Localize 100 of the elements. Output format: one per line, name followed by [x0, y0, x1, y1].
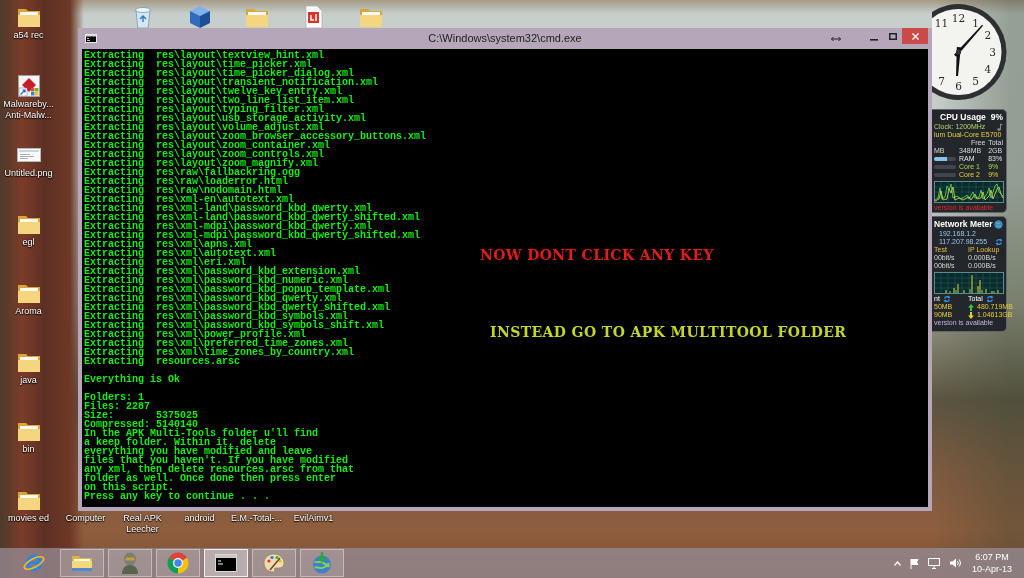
- icon-label[interactable]: java: [20, 375, 37, 386]
- close-icon: [911, 32, 919, 40]
- icon-label[interactable]: movies ed: [8, 513, 49, 524]
- console-line: Extracting res\xml-mdpi\password_kbd_qwerty.xml: [84, 222, 373, 231]
- console-line: Extracting res\xml\eri.xml: [84, 258, 247, 267]
- segmented-ring-icon: [166, 551, 190, 575]
- clock-numeral: 12: [951, 12, 966, 24]
- console-line: Extracting res\xml-mdpi\password_kbd_qwerty_shifted.xml: [84, 231, 422, 240]
- console-line: Extracting res\xml\autotext.xml: [84, 249, 278, 258]
- console-line: Extracting res\layout\two_line_list_item.xml: [84, 96, 356, 105]
- console-line: Extracting res\xml-en\autotext.xml: [84, 195, 295, 204]
- console-line: Extracting res\layout\textview_hint.xml: [84, 51, 326, 60]
- clock-numeral: 4: [984, 63, 992, 75]
- console-line: Extracting res\xml\password_kbd_qwerty.xml: [84, 294, 343, 303]
- console-message: In the APK Multi-Tools folder u'll find a keep folder. Within it, delete everything you have modified and leave files that you haven't. If you have modified any xml, then delete resources.arsc from that folder as well. Once done then press enter on this script.: [84, 429, 356, 492]
- close-button[interactable]: [902, 28, 928, 44]
- console-line: Extracting res\layout\usb_storage_activity.xml: [84, 114, 368, 123]
- clock-numeral: 6: [955, 80, 962, 92]
- console-line: Extracting res\raw\nodomain.html: [84, 186, 283, 195]
- icon-label[interactable]: bin: [22, 444, 35, 455]
- clock-numeral: 1: [972, 16, 979, 29]
- icon-label[interactable]: egl: [22, 237, 35, 248]
- console-line: Extracting res\xml\password_kbd_popup_template.xml: [84, 285, 392, 294]
- cube-icon[interactable]: [188, 5, 211, 29]
- icon-label[interactable]: Aroma: [15, 306, 42, 317]
- console-line: Extracting res\xml\time_zones_by_country.xml: [84, 348, 356, 357]
- icon-label[interactable]: Computer: [65, 513, 106, 524]
- document-icon[interactable]: [303, 5, 324, 29]
- console-line: Extracting res\raw\loaderror.html: [84, 177, 289, 186]
- refresh-icon[interactable]: [985, 295, 994, 303]
- clock-numeral: 5: [972, 75, 979, 88]
- meter-track: [934, 165, 956, 169]
- overlay-note: NOW DONT CLICK ANY KEY: [480, 247, 714, 263]
- up-arrow-icon: [968, 303, 974, 311]
- gadget-title: CPU Usage: [940, 112, 986, 123]
- clock-numeral: 2: [984, 29, 992, 41]
- icon-label[interactable]: Malwareby... Anti-Malw...: [3, 99, 54, 121]
- taskbar-button[interactable]: [204, 549, 248, 577]
- speaker-icon[interactable]: [948, 558, 961, 568]
- icon-label[interactable]: E.M.-Total-...: [231, 513, 282, 524]
- window-title: C:\Windows\system32\cmd.exe: [428, 31, 582, 46]
- console-line: Extracting res\layout\twelve_key_entry.xml: [84, 87, 343, 96]
- meter-track: [934, 173, 956, 177]
- console-line: Extracting res\xml\password_kbd_numeric.xml: [84, 276, 349, 285]
- console-line: Extracting res\layout\time_picker_dialog.xml: [84, 69, 355, 78]
- double-arrow-icon[interactable]: [831, 36, 841, 42]
- console-prompt: Press any key to continue . . .: [84, 492, 272, 501]
- console-line: Extracting res\layout\zoom_container.xml: [84, 141, 331, 150]
- console-line: Extracting res\layout\zoom_magnify.xml: [84, 159, 319, 168]
- palette-icon: [262, 551, 286, 575]
- clock-center-cap: [955, 49, 962, 55]
- console-line: Extracting res\layout\typing_filter.xml: [84, 105, 325, 114]
- app-tile-icon[interactable]: [17, 75, 40, 97]
- console-line: Compressed: 5140140: [84, 420, 199, 429]
- refresh-icon[interactable]: [995, 238, 1003, 246]
- image-thumbnail-icon[interactable]: [16, 148, 41, 162]
- console-line: Extracting res\layout\zoom_controls.xml: [84, 150, 325, 159]
- console-line: Extracting res\layout\zoom_browser_accessory_buttons.xml: [84, 132, 428, 141]
- console-line: Files: 2287: [84, 402, 151, 411]
- icon-label[interactable]: android: [184, 513, 215, 524]
- globe-arrow-icon: [310, 551, 334, 575]
- taskbar-clock[interactable]: 6:07 PM 10-Apr-13: [969, 551, 1014, 575]
- icon-label[interactable]: EvilAimv1: [293, 513, 334, 524]
- icon-label[interactable]: Untitled.png: [4, 168, 53, 179]
- console-line: Everything is Ok: [84, 375, 181, 384]
- chevron-up-icon[interactable]: [893, 560, 901, 566]
- console-line: Extracting res\xml-land\password_kbd_qwerty_shifted.xml: [84, 213, 422, 222]
- clock-numeral: 11: [934, 16, 949, 29]
- clock-numeral: 3: [989, 46, 996, 58]
- icon-label[interactable]: a54 rec: [13, 30, 44, 41]
- refresh-icon[interactable]: [942, 295, 951, 303]
- console-line: Extracting res\xml\password_kbd_symbols_shift.xml: [84, 321, 386, 330]
- console-line: Extracting res\xml\apns.xml: [84, 240, 253, 249]
- minimize-icon: [869, 38, 878, 41]
- console-line: Extracting res\xml-land\password_kbd_qwerty.xml: [84, 204, 373, 213]
- gadget-title: Network Meter: [934, 219, 993, 230]
- console-line: Extracting res\xml\password_kbd_symbols.xml: [84, 312, 349, 321]
- console-line: Extracting res\xml\power_profile.xml: [84, 330, 307, 339]
- icon-label[interactable]: Real APK Leecher: [123, 513, 162, 535]
- terminal-icon: [214, 551, 238, 575]
- console-line: Folders: 1: [84, 393, 144, 402]
- console-line: Extracting res\xml\password_kbd_qwerty_shifted.xml: [84, 303, 392, 312]
- usage-graph-drawing: [934, 181, 1004, 203]
- console-line: Extracting res\xml\password_kbd_extension.xml: [84, 267, 362, 276]
- console-line: Extracting res\layout\time_picker.xml: [84, 60, 313, 69]
- maximize-icon: [888, 32, 897, 40]
- flag-icon[interactable]: [909, 557, 919, 569]
- down-arrow-icon: [968, 311, 974, 319]
- console-line: Extracting res\raw\fallbackring.ogg: [84, 168, 301, 177]
- traffic-graph-drawing: [934, 272, 1004, 294]
- overlay-note: INSTEAD GO TO APK MULTITOOL FOLDER: [490, 324, 847, 340]
- cpu-usage-value: 9%: [990, 112, 1003, 123]
- console-line: Extracting resources.arsc: [84, 357, 241, 366]
- music-note-icon: [997, 123, 1003, 131]
- clock-numeral: 7: [938, 75, 945, 88]
- network-icon[interactable]: [927, 557, 940, 569]
- console-line: Extracting res\xml\preferred_time_zones.xml: [84, 339, 349, 348]
- console-line: Extracting res\layout\transient_notification.xml: [84, 78, 380, 87]
- terminal-icon: [85, 34, 97, 43]
- trash-bin-icon[interactable]: [132, 5, 153, 29]
